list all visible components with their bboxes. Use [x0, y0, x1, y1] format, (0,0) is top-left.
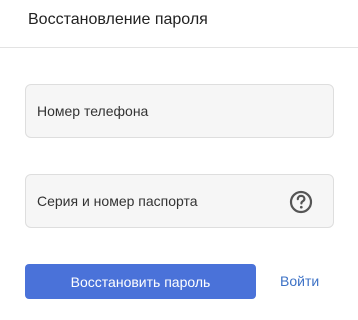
header: Восстановление пароля	[0, 0, 358, 48]
password-recovery-page: Восстановление пароля Восстановить парол…	[0, 0, 358, 320]
phone-input[interactable]	[26, 85, 333, 137]
passport-input[interactable]	[26, 175, 333, 227]
passport-field	[25, 174, 334, 228]
question-circle-icon[interactable]	[289, 190, 313, 214]
restore-password-button[interactable]: Восстановить пароль	[25, 264, 256, 299]
page-title: Восстановление пароля	[28, 11, 208, 28]
login-link[interactable]: Войти	[280, 272, 319, 290]
phone-field	[25, 84, 334, 138]
